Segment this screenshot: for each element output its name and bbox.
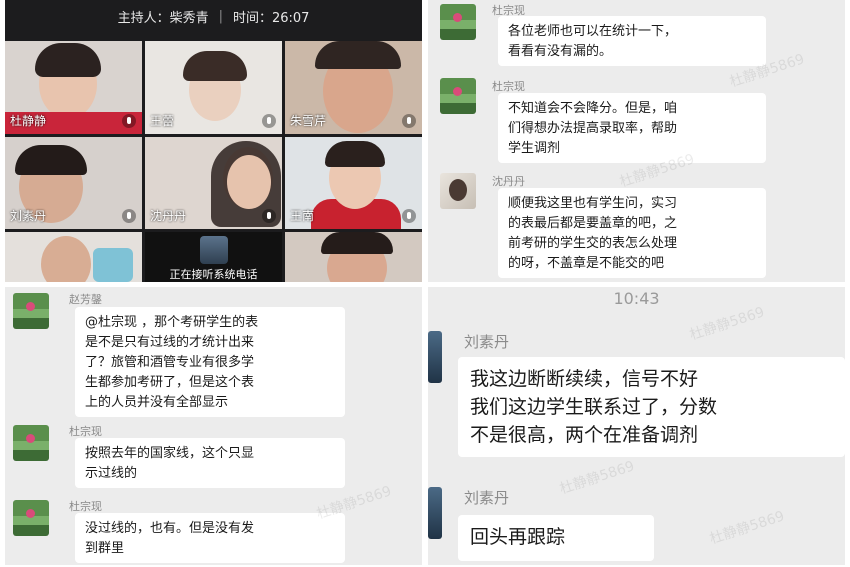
timestamp: 10:43 — [613, 289, 660, 308]
participant-hair — [15, 145, 87, 175]
participant-name: 王蕾 — [150, 114, 175, 128]
participant-name: 朱雪芹 — [290, 114, 327, 128]
avatar — [428, 331, 442, 383]
video-tile[interactable]: 刘素丹 — [5, 137, 142, 229]
chat-panel-bottom-right: 10:43 刘素丹 我这边断断续续，信号不好 我们这边学生联系过了，分数 不是很… — [428, 287, 845, 565]
chat-panel-top-right: 杜宗现 各位老师也可以在统计一下， 看看有没有漏的。 杜宗现 不知道会不会降分。… — [428, 0, 845, 282]
participant-name: 杜静静 — [10, 114, 47, 128]
participant-hair — [321, 232, 393, 254]
message-bubble[interactable]: 不知道会不会降分。但是，咱 们得想办法提高录取率，帮助 学生调剂 — [498, 93, 766, 163]
message-bubble[interactable]: @杜宗现 ，那个考研学生的表 是不是只有过线的才统计出来 了？旅管和酒管专业有很… — [75, 307, 345, 417]
message-bubble[interactable]: 回头再跟踪 — [458, 515, 654, 561]
video-tile[interactable]: 朱雪芹 — [285, 41, 422, 134]
chat-panel-bottom-left: 赵芳鏧 @杜宗现 ，那个考研学生的表 是不是只有过线的才统计出来 了？旅管和酒管… — [5, 287, 422, 565]
video-tile[interactable]: 王南 — [285, 137, 422, 229]
message-bubble[interactable]: 按照去年的国家线，这个只显 示过线的 — [75, 438, 345, 488]
sender-name: 沈丹丹 — [492, 175, 525, 188]
message-bubble[interactable]: 顺便我这里也有学生问，实习 的表最后都是要盖章的吧，之 前考研的学生交的表怎么处… — [498, 188, 766, 278]
avatar — [440, 4, 476, 40]
video-tile[interactable]: 沈丹丹 — [145, 137, 282, 229]
participant-hair — [325, 141, 385, 167]
sender-name: 杜宗现 — [492, 80, 525, 93]
meeting-time: 时间：26:07 — [232, 10, 310, 26]
host-label: 主持人：柴秀青 — [117, 10, 209, 26]
watermark: 杜静静5869 — [707, 508, 787, 548]
mask-object — [93, 248, 133, 282]
video-tile[interactable]: 正在接听系统电话 — [145, 232, 282, 282]
sender-name: 刘素丹 — [464, 333, 510, 351]
header-separator: | — [218, 8, 223, 24]
mic-icon — [122, 209, 136, 223]
sender-name: 刘素丹 — [464, 489, 510, 507]
avatar — [440, 78, 476, 114]
sender-name: 赵芳鏧 — [69, 293, 102, 306]
mic-icon — [402, 114, 416, 128]
avatar — [13, 500, 49, 536]
avatar — [13, 425, 49, 461]
video-tile[interactable]: 杜静静 — [5, 41, 142, 134]
participant-face — [227, 155, 271, 209]
participant-hair — [183, 51, 247, 81]
avatar — [440, 173, 476, 209]
participant-hair — [35, 43, 101, 77]
video-conference-panel: 主持人：柴秀青 | 时间：26:07 杜静静 王蕾 朱雪芹 刘素丹 沈丹丹 王南… — [5, 0, 422, 282]
avatar — [428, 487, 442, 539]
sender-name: 杜宗现 — [69, 425, 102, 438]
participant-name: 刘素丹 — [10, 209, 47, 223]
video-tile[interactable] — [5, 232, 142, 282]
message-bubble[interactable]: 各位老师也可以在统计一下， 看看有没有漏的。 — [498, 16, 766, 66]
mic-icon — [262, 114, 276, 128]
participant-hair — [315, 41, 401, 69]
meeting-header: 主持人：柴秀青 | 时间：26:07 — [5, 0, 422, 32]
message-bubble[interactable]: 我这边断断续续，信号不好 我们这边学生联系过了，分数 不是很高，两个在准备调剂 — [458, 357, 845, 457]
watermark: 杜静静5869 — [557, 458, 637, 498]
participant-face — [41, 236, 91, 282]
avatar — [13, 293, 49, 329]
participant-name: 沈丹丹 — [150, 209, 187, 223]
call-status: 正在接听系统电话 — [169, 268, 258, 281]
video-tile[interactable] — [285, 232, 422, 282]
mic-icon — [262, 209, 276, 223]
mic-icon — [402, 209, 416, 223]
message-bubble[interactable]: 没过线的，也有。但是没有发 到群里 — [75, 513, 345, 563]
participant-name: 王南 — [290, 209, 315, 223]
mic-icon — [122, 114, 136, 128]
sender-name: 杜宗现 — [69, 500, 102, 513]
video-tile[interactable]: 王蕾 — [145, 41, 282, 134]
avatar — [200, 236, 228, 264]
